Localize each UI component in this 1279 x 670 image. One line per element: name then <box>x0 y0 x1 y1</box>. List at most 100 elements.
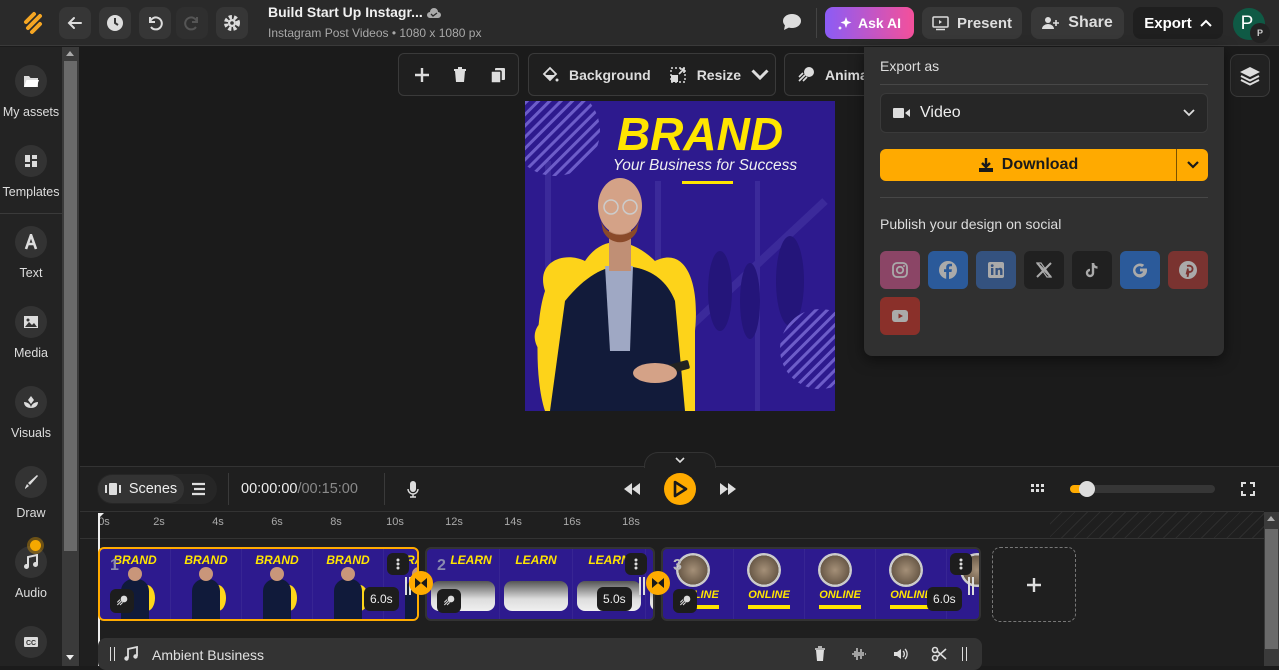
share-pinterest-button[interactable] <box>1168 251 1208 289</box>
add-user-icon <box>1042 17 1060 29</box>
share-youtube-button[interactable] <box>880 297 920 335</box>
play-button[interactable] <box>664 473 696 505</box>
sidebar-item-media[interactable]: Media <box>0 306 62 360</box>
share-tiktok-button[interactable] <box>1072 251 1112 289</box>
scene-animation-button[interactable] <box>673 589 697 613</box>
list-view-icon[interactable] <box>191 482 206 496</box>
waveform-icon[interactable] <box>851 646 867 662</box>
timeline-zoom-slider[interactable] <box>1070 481 1215 497</box>
duplicate-page-button[interactable] <box>479 66 517 84</box>
sidebar-item-audio[interactable]: Audio <box>0 540 62 600</box>
sidebar-item-draw[interactable]: Draw <box>0 466 62 520</box>
tagline-text[interactable]: Your Business for Success <box>613 157 798 174</box>
scene-menu-button[interactable] <box>950 553 972 575</box>
scene-menu-button[interactable] <box>625 553 647 575</box>
settings-button[interactable] <box>216 7 248 39</box>
comment-icon[interactable] <box>782 13 802 31</box>
design-canvas[interactable]: BRAND Your Business for Success <box>525 101 835 411</box>
share-google-button[interactable] <box>1120 251 1160 289</box>
history-button[interactable] <box>99 7 131 39</box>
transition-button[interactable] <box>646 571 670 595</box>
timeline-ruler[interactable]: 0s 2s 4s 6s 8s 10s 12s 14s 16s 18s <box>80 511 1264 539</box>
export-format-select[interactable]: Video <box>880 93 1208 133</box>
sidebar-item-text[interactable]: Text <box>0 226 62 280</box>
scene-clip-2[interactable]: LEARN LEARN LEARN 2 5.0s <box>425 547 655 621</box>
transition-button[interactable] <box>409 571 433 595</box>
share-button[interactable]: Share <box>1031 7 1124 39</box>
facebook-icon <box>939 261 957 279</box>
scene-resize-handle[interactable] <box>968 577 974 595</box>
fullscreen-icon[interactable] <box>1241 482 1255 496</box>
trash-icon[interactable] <box>812 646 828 662</box>
chevron-down-icon <box>1183 109 1195 117</box>
scene-thumbnail: ONLINE <box>734 549 805 619</box>
scene-duration[interactable]: 6.0s <box>364 587 399 611</box>
scene-duration[interactable]: 6.0s <box>927 587 962 611</box>
undo-button[interactable] <box>139 7 171 39</box>
workspace-badge[interactable]: P <box>1250 23 1270 43</box>
app-logo-icon[interactable] <box>20 10 46 36</box>
ruler-tick-label: 12s <box>445 516 463 528</box>
scenes-view-button[interactable]: Scenes <box>98 475 184 503</box>
sidebar-item-captions[interactable]: CC <box>0 626 62 658</box>
download-options-button[interactable] <box>1176 149 1208 181</box>
design-artwork: BRAND Your Business for Success <box>525 101 835 411</box>
share-facebook-button[interactable] <box>928 251 968 289</box>
rewind-icon[interactable] <box>623 482 641 496</box>
sidebar-item-templates[interactable]: Templates <box>0 145 62 199</box>
scene-menu-button[interactable] <box>387 553 409 575</box>
scene-animation-button[interactable] <box>110 589 134 613</box>
zoom-slider-handle[interactable] <box>1078 481 1095 497</box>
audio-trim-handle-left[interactable] <box>110 647 115 661</box>
timeline-scrollbar[interactable] <box>1264 512 1279 666</box>
present-button[interactable]: Present <box>922 7 1022 39</box>
ruler-overflow-area <box>1050 512 1264 538</box>
scroll-down-icon[interactable] <box>66 655 74 660</box>
grid-view-icon[interactable] <box>1031 484 1044 494</box>
audio-trim-handle-right[interactable] <box>962 647 967 661</box>
back-button[interactable] <box>59 7 91 39</box>
sidebar-item-my-assets[interactable]: My assets <box>0 65 62 119</box>
share-linkedin-button[interactable] <box>976 251 1016 289</box>
add-scene-button[interactable] <box>992 547 1076 622</box>
scroll-up-icon[interactable] <box>1267 516 1275 521</box>
timeline-scroll-thumb[interactable] <box>1265 529 1278 649</box>
trash-icon <box>454 66 466 82</box>
microphone-icon[interactable] <box>406 481 420 498</box>
video-camera-icon <box>893 108 910 118</box>
download-button[interactable]: Download <box>880 149 1176 181</box>
fast-forward-icon[interactable] <box>719 482 737 496</box>
scene-duration[interactable]: 5.0s <box>597 587 632 611</box>
scroll-up-icon[interactable] <box>66 51 74 56</box>
background-button[interactable]: Background <box>541 66 651 84</box>
sidebar-item-visuals[interactable]: Visuals <box>0 386 62 440</box>
export-button[interactable]: Export <box>1133 7 1223 39</box>
visuals-icon <box>24 396 38 408</box>
scene-clip-1[interactable]: BRAND BRAND BRAND BRAND BRAND 1 6.0s <box>98 547 419 621</box>
scene-clip-3[interactable]: ONLINE ONLINE ONLINE ONLINE 3 6.0s <box>661 547 981 621</box>
delete-page-button[interactable] <box>441 66 479 84</box>
add-page-button[interactable] <box>403 66 441 84</box>
collapse-timeline-button[interactable] <box>644 452 716 468</box>
scene-animation-button[interactable] <box>437 589 461 613</box>
redo-button[interactable] <box>176 7 208 39</box>
volume-icon[interactable] <box>892 646 908 662</box>
layers-button[interactable] <box>1230 54 1270 97</box>
animate-button[interactable]: Anima <box>797 66 864 84</box>
animate-icon <box>443 595 455 606</box>
ruler-tick-label: 8s <box>330 516 342 528</box>
scissors-icon[interactable] <box>931 646 947 662</box>
clock-icon <box>107 15 123 31</box>
share-instagram-button[interactable] <box>880 251 920 289</box>
headline-text[interactable]: BRAND <box>617 108 783 160</box>
transition-icon <box>652 578 664 588</box>
templates-icon <box>25 155 37 167</box>
ask-ai-button[interactable]: Ask AI <box>825 7 914 39</box>
audio-track[interactable]: Ambient Business <box>98 638 982 670</box>
resize-button[interactable]: Resize <box>669 66 769 84</box>
sidebar-scrollbar[interactable] <box>62 47 79 666</box>
project-title[interactable]: Build Start Up Instagr... <box>268 4 423 20</box>
sidebar-scroll-thumb[interactable] <box>64 61 77 551</box>
share-x-button[interactable] <box>1024 251 1064 289</box>
scene-resize-handle[interactable] <box>639 577 645 595</box>
